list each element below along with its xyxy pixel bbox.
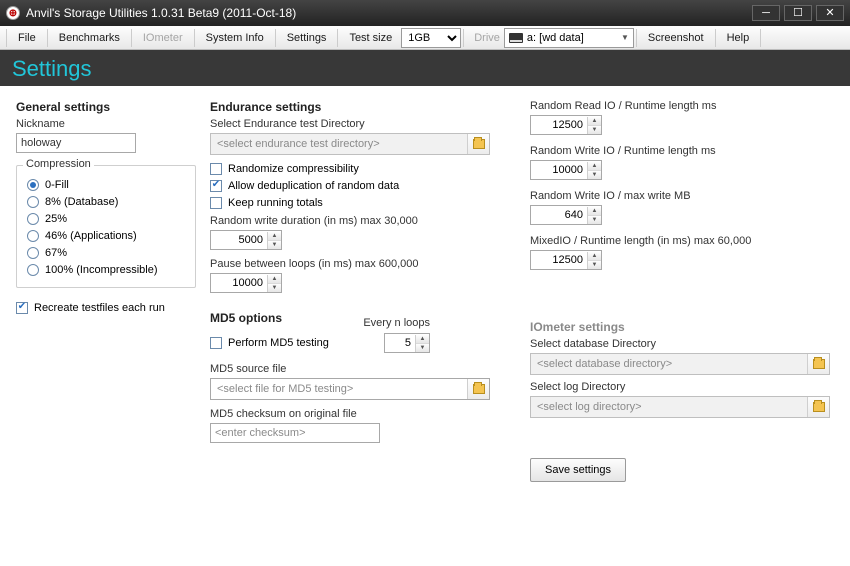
browse-button[interactable]	[467, 379, 489, 399]
spinner-icon[interactable]: ▲▼	[587, 117, 601, 134]
perform-md5-checkbox[interactable]: Perform MD5 testing	[210, 337, 329, 349]
rand-write-io-label: Random Write IO / Runtime length ms	[530, 145, 830, 157]
spinner-icon[interactable]: ▲▼	[587, 252, 601, 269]
settings-content: General settings Nickname Compression 0-…	[0, 86, 850, 566]
compression-option-46[interactable]: 46% (Applications)	[27, 230, 185, 242]
md5-source-input[interactable]: <select file for MD5 testing>	[210, 378, 490, 400]
save-settings-button[interactable]: Save settings	[530, 458, 626, 482]
rand-write-io-input[interactable]: 10000 ▲▼	[530, 160, 602, 180]
pause-loops-input[interactable]: 10000 ▲▼	[210, 273, 282, 293]
menu-iometer[interactable]: IOmeter	[134, 28, 192, 48]
radio-icon	[27, 247, 39, 259]
rand-write-max-label: Random Write IO / max write MB	[530, 190, 830, 202]
rand-write-max-input[interactable]: 640 ▲▼	[530, 205, 602, 225]
compression-option-0fill[interactable]: 0-Fill	[27, 179, 185, 191]
md5-source-label: MD5 source file	[210, 363, 500, 375]
browse-button[interactable]	[807, 397, 829, 417]
nickname-input[interactable]	[16, 133, 136, 153]
iometer-log-label: Select log Directory	[530, 381, 830, 393]
iometer-db-label: Select database Directory	[530, 338, 830, 350]
compression-fieldset: Compression 0-Fill 8% (Database) 25% 46%…	[16, 165, 196, 288]
folder-icon	[473, 139, 485, 149]
allow-dedup-checkbox[interactable]: Allow deduplication of random data	[210, 180, 500, 192]
spinner-icon[interactable]: ▲▼	[415, 335, 429, 352]
general-heading: General settings	[16, 100, 196, 114]
checkbox-icon	[210, 180, 222, 192]
spinner-icon[interactable]: ▲▼	[267, 232, 281, 249]
browse-button[interactable]	[467, 134, 489, 154]
drive-select[interactable]: a: [wd data]	[504, 28, 634, 48]
folder-icon	[813, 359, 825, 369]
browse-button[interactable]	[807, 354, 829, 374]
menu-system-info[interactable]: System Info	[197, 28, 273, 48]
endurance-dir-input[interactable]: <select endurance test directory>	[210, 133, 490, 155]
compression-option-100[interactable]: 100% (Incompressible)	[27, 264, 185, 276]
iometer-log-input[interactable]: <select log directory>	[530, 396, 830, 418]
close-button[interactable]: ✕	[816, 5, 844, 21]
test-size-label: Test size	[340, 28, 401, 48]
randomize-compressibility-checkbox[interactable]: Randomize compressibility	[210, 163, 500, 175]
checkbox-icon	[210, 337, 222, 349]
compression-legend: Compression	[23, 158, 94, 170]
folder-icon	[813, 402, 825, 412]
rand-read-io-input[interactable]: 12500 ▲▼	[530, 115, 602, 135]
drive-value: a: [wd data]	[527, 32, 584, 44]
rand-read-io-label: Random Read IO / Runtime length ms	[530, 100, 830, 112]
recreate-testfiles-checkbox[interactable]: Recreate testfiles each run	[16, 302, 196, 314]
pause-loops-label: Pause between loops (in ms) max 600,000	[210, 258, 500, 270]
iometer-db-input[interactable]: <select database directory>	[530, 353, 830, 375]
radio-icon	[27, 264, 39, 276]
checkbox-icon	[210, 163, 222, 175]
keep-totals-checkbox[interactable]: Keep running totals	[210, 197, 500, 209]
every-n-input[interactable]: 5 ▲▼	[384, 333, 430, 353]
checkbox-icon	[16, 302, 28, 314]
md5-checksum-input[interactable]	[210, 423, 380, 443]
checkbox-icon	[210, 197, 222, 209]
radio-icon	[27, 196, 39, 208]
compression-option-25[interactable]: 25%	[27, 213, 185, 225]
menu-benchmarks[interactable]: Benchmarks	[50, 28, 129, 48]
mixed-io-label: MixedIO / Runtime length (in ms) max 60,…	[530, 235, 830, 247]
iometer-heading: IOmeter settings	[530, 320, 830, 334]
page-title: Settings	[0, 50, 850, 86]
menu-help[interactable]: Help	[718, 28, 759, 48]
menu-screenshot[interactable]: Screenshot	[639, 28, 713, 48]
spinner-icon[interactable]: ▲▼	[267, 275, 281, 292]
md5-heading: MD5 options	[210, 311, 282, 325]
menubar: File Benchmarks IOmeter System Info Sett…	[0, 26, 850, 50]
spinner-icon[interactable]: ▲▼	[587, 162, 601, 179]
rand-write-duration-label: Random write duration (in ms) max 30,000	[210, 215, 500, 227]
menu-file[interactable]: File	[9, 28, 45, 48]
endurance-dir-label: Select Endurance test Directory	[210, 118, 500, 130]
drive-label: Drive	[474, 32, 500, 44]
app-icon: ⊕	[6, 6, 20, 20]
test-size-select[interactable]: 1GB	[401, 28, 461, 48]
spinner-icon[interactable]: ▲▼	[587, 207, 601, 224]
compression-option-67[interactable]: 67%	[27, 247, 185, 259]
rand-write-duration-input[interactable]: 5000 ▲▼	[210, 230, 282, 250]
window-title: Anvil's Storage Utilities 1.0.31 Beta9 (…	[26, 6, 752, 20]
every-n-label: Every n loops	[363, 317, 430, 329]
radio-icon	[27, 179, 39, 191]
endurance-heading: Endurance settings	[210, 100, 500, 114]
radio-icon	[27, 213, 39, 225]
menu-settings[interactable]: Settings	[278, 28, 336, 48]
folder-icon	[473, 384, 485, 394]
titlebar: ⊕ Anvil's Storage Utilities 1.0.31 Beta9…	[0, 0, 850, 26]
compression-option-8[interactable]: 8% (Database)	[27, 196, 185, 208]
nickname-label: Nickname	[16, 118, 196, 130]
radio-icon	[27, 230, 39, 242]
minimize-button[interactable]: ─	[752, 5, 780, 21]
md5-checksum-label: MD5 checksum on original file	[210, 408, 500, 420]
mixed-io-input[interactable]: 12500 ▲▼	[530, 250, 602, 270]
maximize-button[interactable]: ☐	[784, 5, 812, 21]
drive-icon	[509, 33, 523, 43]
